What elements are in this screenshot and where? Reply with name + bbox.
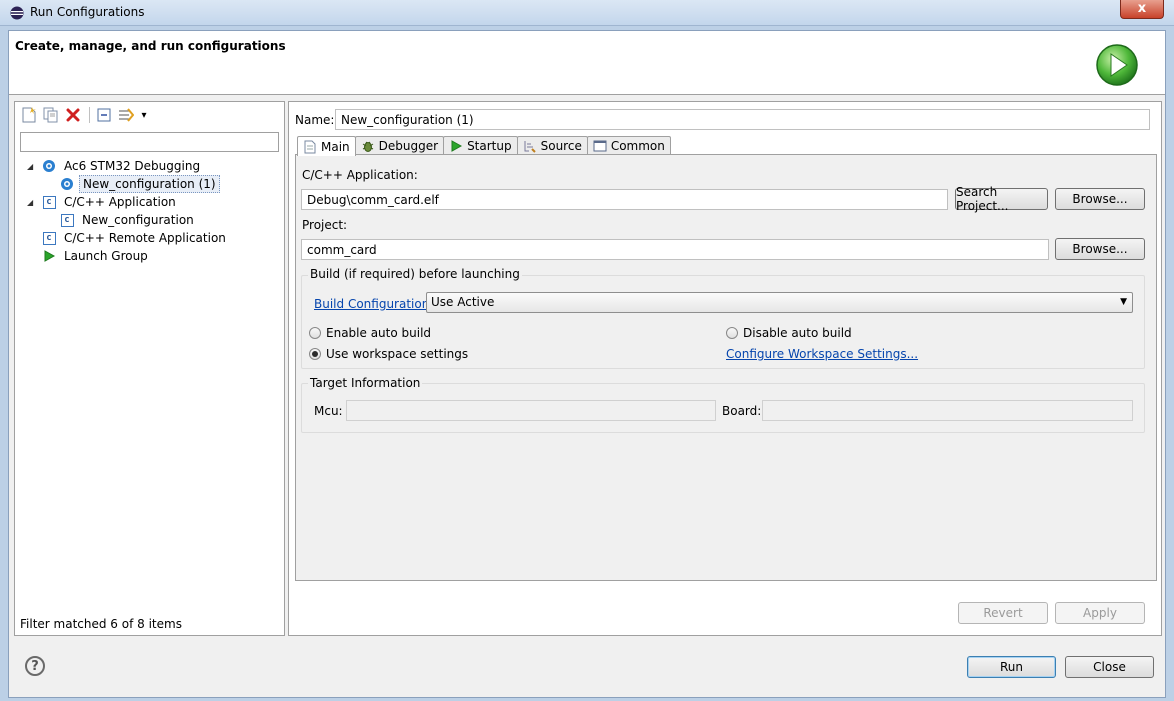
tree-item-label: Ac6 STM32 Debugging xyxy=(64,159,201,173)
tree-item-new-configuration-1[interactable]: New_configuration (1) xyxy=(59,175,220,193)
window-close-button[interactable]: x xyxy=(1120,0,1164,19)
tab-label: Startup xyxy=(467,139,512,153)
tree-item-new-configuration[interactable]: c New_configuration xyxy=(59,211,197,229)
common-icon xyxy=(593,139,607,153)
config-tabs: Main Debugger Startup Source Common xyxy=(297,136,671,156)
tree-item-label: New_configuration xyxy=(82,213,194,227)
header-title: Create, manage, and run configurations xyxy=(15,39,286,53)
run-button[interactable]: Run xyxy=(967,656,1056,678)
tab-label: Source xyxy=(540,139,582,153)
title-bar: Run Configurations x xyxy=(0,0,1174,26)
disable-auto-build-radio[interactable]: Disable auto build xyxy=(726,326,852,340)
radio-circle-checked xyxy=(309,348,321,360)
radio-label: Use workspace settings xyxy=(326,347,469,361)
project-label: Project: xyxy=(302,218,348,232)
delete-config-button[interactable] xyxy=(63,106,83,124)
radio-label: Disable auto build xyxy=(743,326,852,340)
filter-input[interactable] xyxy=(20,132,279,152)
bug-icon xyxy=(361,139,375,153)
board-input[interactable] xyxy=(762,400,1133,421)
tab-label: Common xyxy=(610,139,665,153)
close-button[interactable]: Close xyxy=(1065,656,1154,678)
mcu-label: Mcu: xyxy=(314,404,343,418)
play-icon xyxy=(449,139,463,153)
browse-project-button[interactable]: Browse... xyxy=(1055,238,1145,260)
new-file-icon xyxy=(22,107,36,123)
tab-label: Debugger xyxy=(378,139,439,153)
duplicate-icon xyxy=(43,107,58,123)
expand-arrow-icon[interactable]: ◢ xyxy=(27,162,37,171)
c-file-icon: c xyxy=(59,212,75,228)
chevron-down-icon: ▼ xyxy=(1120,297,1127,307)
tree-item-cpp-remote-application[interactable]: c C/C++ Remote Application xyxy=(41,229,229,247)
configuration-editor-panel: Name: Main Debugger Startup xyxy=(288,101,1162,636)
tab-startup[interactable]: Startup xyxy=(443,136,518,155)
launch-group-icon xyxy=(41,248,57,264)
configuration-tree-panel: ▾ ◢ Ac6 STM32 Debugging New_configuratio… xyxy=(14,101,285,636)
app-label: C/C++ Application: xyxy=(302,168,418,182)
run-banner-icon xyxy=(1096,44,1138,86)
source-icon xyxy=(523,139,537,153)
select-value: Use Active xyxy=(431,295,495,309)
tab-main[interactable]: Main xyxy=(297,136,356,156)
main-tab-content: C/C++ Application: Search Project... Bro… xyxy=(295,154,1157,581)
collapse-all-icon xyxy=(97,108,111,122)
filter-icon xyxy=(119,108,134,122)
configure-workspace-settings-link[interactable]: Configure Workspace Settings... xyxy=(726,347,918,361)
expand-arrow-icon[interactable]: ◢ xyxy=(27,198,37,207)
build-configuration-link[interactable]: Build Configuration: xyxy=(314,297,433,311)
tab-label: Main xyxy=(321,139,350,154)
radio-circle xyxy=(309,327,321,339)
tree-item-label: New_configuration (1) xyxy=(79,175,220,193)
browse-app-button[interactable]: Browse... xyxy=(1055,188,1145,210)
project-input[interactable] xyxy=(301,239,1049,260)
toolbar-separator xyxy=(89,107,90,123)
build-group-title: Build (if required) before launching xyxy=(308,267,522,281)
name-label: Name: xyxy=(295,113,335,127)
tree-item-label: C/C++ Application xyxy=(64,195,176,209)
revert-button[interactable]: Revert xyxy=(958,602,1048,624)
radio-circle xyxy=(726,327,738,339)
target-group-title: Target Information xyxy=(308,376,423,390)
tab-source[interactable]: Source xyxy=(516,136,588,155)
collapse-all-button[interactable] xyxy=(94,106,114,124)
eclipse-icon xyxy=(10,6,24,20)
board-label: Board: xyxy=(722,404,762,418)
page-icon xyxy=(303,140,317,154)
new-config-button[interactable] xyxy=(19,106,39,124)
duplicate-config-button[interactable] xyxy=(41,106,61,124)
help-icon[interactable]: ? xyxy=(25,656,45,676)
tree-item-label: C/C++ Remote Application xyxy=(64,231,226,245)
filter-button[interactable] xyxy=(116,106,136,124)
c-file-icon: c xyxy=(41,230,57,246)
delete-icon xyxy=(66,108,80,122)
ac6-debug-icon xyxy=(41,158,57,174)
tree-toolbar: ▾ xyxy=(19,105,152,125)
tree-item-launch-group[interactable]: Launch Group xyxy=(41,247,151,265)
ac6-debug-icon xyxy=(59,176,75,192)
apply-button[interactable]: Apply xyxy=(1055,602,1145,624)
search-project-button[interactable]: Search Project... xyxy=(955,185,1048,213)
filter-menu-dropdown[interactable]: ▾ xyxy=(138,106,150,124)
dialog-header: Create, manage, and run configurations xyxy=(9,31,1165,95)
run-configurations-dialog: Create, manage, and run configurations ▾… xyxy=(8,30,1166,698)
tab-common[interactable]: Common xyxy=(586,136,671,155)
tree-item-label: Launch Group xyxy=(64,249,148,263)
name-input[interactable] xyxy=(335,109,1150,130)
enable-auto-build-radio[interactable]: Enable auto build xyxy=(309,326,431,340)
tree-item-ac6-stm32[interactable]: ◢ Ac6 STM32 Debugging xyxy=(27,157,203,175)
use-workspace-settings-radio[interactable]: Use workspace settings xyxy=(309,347,468,361)
window-title: Run Configurations xyxy=(30,5,145,19)
mcu-input[interactable] xyxy=(346,400,716,421)
tree-item-cpp-application[interactable]: ◢ c C/C++ Application xyxy=(27,193,179,211)
application-input[interactable] xyxy=(301,189,948,210)
c-file-icon: c xyxy=(41,194,57,210)
tab-debugger[interactable]: Debugger xyxy=(354,136,445,155)
radio-label: Enable auto build xyxy=(326,326,432,340)
build-configuration-select[interactable]: Use Active ▼ xyxy=(426,292,1133,313)
filter-status: Filter matched 6 of 8 items xyxy=(20,617,182,631)
